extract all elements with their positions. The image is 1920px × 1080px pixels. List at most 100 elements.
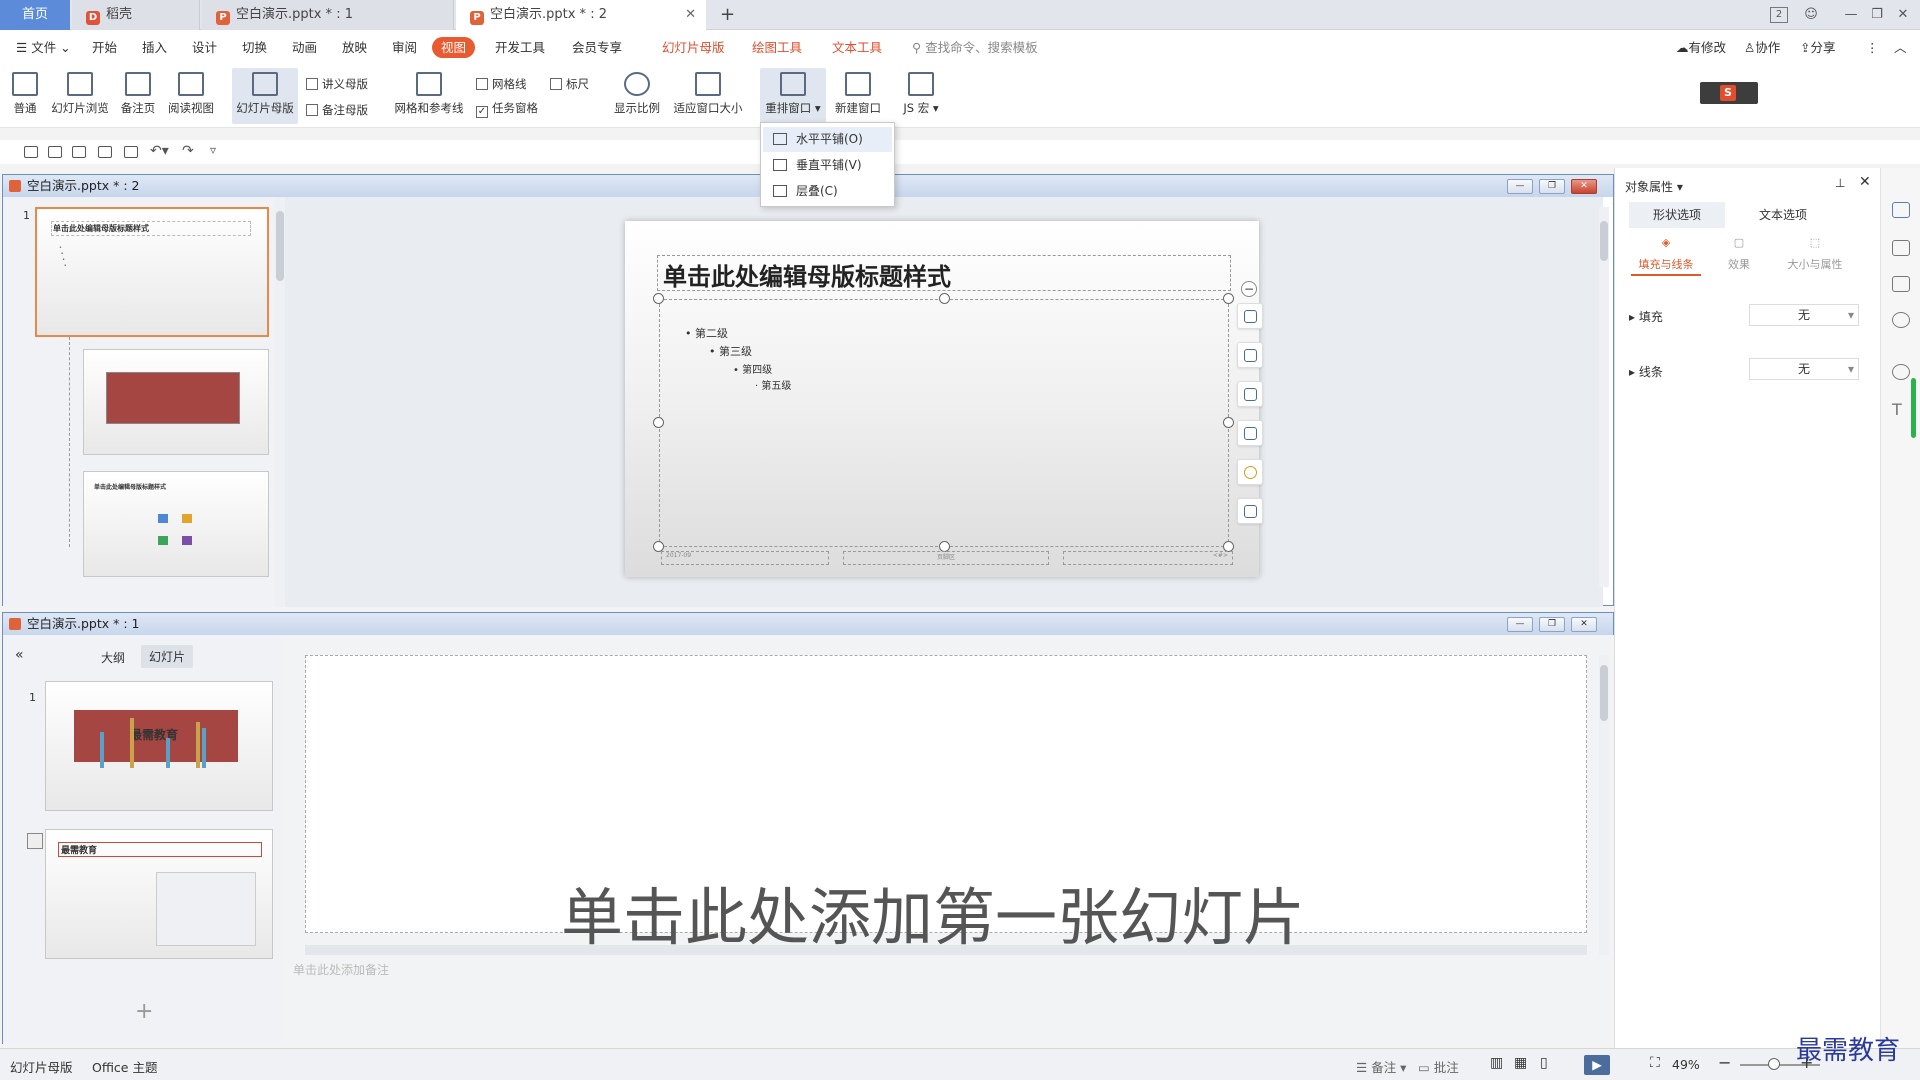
minimize-icon[interactable]: — bbox=[1507, 617, 1533, 632]
collaborate-button[interactable]: ♙协作 bbox=[1744, 30, 1780, 66]
command-search[interactable]: ⚲ 查找命令、搜索模板 bbox=[912, 30, 1038, 66]
tab-doc2[interactable]: P 空白演示.pptx * : 2 ✕ bbox=[456, 0, 706, 30]
add-slide-icon[interactable]: + bbox=[135, 999, 153, 1024]
notes-area[interactable]: 单击此处添加备注 bbox=[293, 961, 389, 978]
tab-docer[interactable]: D 稻壳 bbox=[72, 0, 200, 30]
notes-toggle[interactable]: ☰ 备注 ▾ bbox=[1356, 1057, 1406, 1076]
line-select[interactable]: 无 ▾ bbox=[1749, 358, 1859, 380]
tab-outline[interactable]: 大纲 bbox=[101, 649, 125, 666]
reading-view-icon[interactable]: ▯ bbox=[1540, 1055, 1548, 1071]
menu-file[interactable]: ☰ 文件 ⌄ bbox=[16, 30, 71, 66]
menu-slide-master[interactable]: 幻灯片母版 bbox=[662, 30, 725, 66]
menu-drawing-tools[interactable]: 绘图工具 bbox=[752, 30, 802, 66]
menu-review[interactable]: 审阅 bbox=[392, 30, 417, 66]
minus-icon[interactable]: − bbox=[1241, 281, 1257, 297]
add-first-slide-prompt[interactable]: 单击此处添加第一张幻灯片 bbox=[561, 867, 1305, 957]
resize-handle[interactable] bbox=[939, 293, 950, 304]
revisions-button[interactable]: ☁有修改 bbox=[1676, 30, 1726, 66]
menu-member[interactable]: 会员专享 bbox=[572, 30, 622, 66]
resize-handle[interactable] bbox=[1223, 417, 1234, 428]
more-icon[interactable]: ⋮ bbox=[1866, 30, 1879, 66]
new-window-button[interactable]: 新建窗口 bbox=[830, 68, 886, 124]
collapse-panel-icon[interactable]: « bbox=[15, 647, 24, 663]
cascade-item[interactable]: 层叠(C) bbox=[763, 179, 892, 204]
tab-doc1[interactable]: P 空白演示.pptx * : 1 bbox=[202, 0, 454, 30]
fill-section[interactable]: ▸ 填充 bbox=[1629, 308, 1663, 325]
tab-text-options[interactable]: 文本选项 bbox=[1735, 202, 1831, 228]
js-macro-button[interactable]: JS 宏 ▾ bbox=[898, 68, 944, 124]
normal-view-button[interactable]: 普通 bbox=[8, 68, 42, 124]
footer-placeholder[interactable]: 页脚区 bbox=[843, 551, 1049, 565]
menu-animation[interactable]: 动画 bbox=[292, 30, 317, 66]
print-icon[interactable] bbox=[98, 146, 112, 158]
new-tab-button[interactable]: + bbox=[712, 0, 742, 30]
slide-master-button[interactable]: 幻灯片母版 bbox=[232, 68, 298, 124]
date-placeholder[interactable]: 2017-09 bbox=[661, 551, 829, 565]
window-count-badge[interactable]: 2 bbox=[1770, 7, 1788, 23]
arrange-windows-button[interactable]: 重排窗口 ▾ bbox=[760, 68, 826, 124]
master-thumbnail[interactable]: 单击此处编辑母版标题样式 • • • • bbox=[35, 207, 269, 337]
menu-view[interactable]: 视图 bbox=[432, 30, 476, 66]
export-icon[interactable] bbox=[72, 146, 86, 158]
tile-vertical-item[interactable]: 垂直平铺(V) bbox=[763, 153, 892, 178]
slide-thumbnail-1[interactable]: 最需教育 bbox=[45, 681, 273, 811]
menu-insert[interactable]: 插入 bbox=[142, 30, 167, 66]
body-placeholder[interactable] bbox=[659, 299, 1229, 547]
menu-text-tools[interactable]: 文本工具 bbox=[832, 30, 882, 66]
close-tab-icon[interactable]: ✕ bbox=[685, 0, 696, 30]
properties-icon[interactable] bbox=[1892, 202, 1910, 218]
print-preview-icon[interactable] bbox=[124, 146, 138, 158]
lightbulb-button[interactable] bbox=[1237, 459, 1263, 485]
side-scroll-indicator[interactable] bbox=[1911, 378, 1916, 438]
fit-slide-icon[interactable]: ⛶ bbox=[1650, 1055, 1660, 1071]
subtab-effect[interactable]: ▢ 效果 bbox=[1709, 236, 1769, 276]
fit-window-button[interactable]: 适应窗口大小 bbox=[670, 68, 746, 124]
grid-guides-button[interactable]: 网格和参考线 bbox=[392, 68, 466, 124]
tab-home[interactable]: 首页 bbox=[0, 0, 70, 30]
save-icon[interactable] bbox=[48, 146, 62, 158]
reading-view-button[interactable]: 阅读视图 bbox=[164, 68, 218, 124]
thumbnail-scrollbar[interactable] bbox=[275, 197, 285, 607]
horizontal-scrollbar[interactable] bbox=[305, 945, 1587, 955]
pin-icon[interactable]: ⊥ bbox=[1835, 176, 1845, 190]
menu-slideshow[interactable]: 放映 bbox=[342, 30, 367, 66]
slide-thumbnail-2[interactable]: 最需教育 bbox=[45, 829, 273, 959]
canvas-scrollbar[interactable] bbox=[1599, 655, 1609, 955]
panel-title[interactable]: 对象属性 ▾ bbox=[1625, 178, 1683, 195]
zoom-level[interactable]: 49% bbox=[1672, 1057, 1700, 1072]
palette-icon[interactable] bbox=[1892, 364, 1910, 380]
resize-handle[interactable] bbox=[1223, 293, 1234, 304]
layers-button[interactable] bbox=[1237, 303, 1263, 329]
notes-page-button[interactable]: 备注页 bbox=[118, 68, 158, 124]
share-button[interactable]: ⇪分享 bbox=[1800, 30, 1836, 66]
pin-star-icon[interactable] bbox=[1892, 240, 1910, 256]
zoom-out-icon[interactable]: − bbox=[1718, 1053, 1731, 1072]
menu-design[interactable]: 设计 bbox=[192, 30, 217, 66]
customize-qat-icon[interactable]: ▿ bbox=[210, 143, 216, 157]
text-box-button[interactable] bbox=[1237, 498, 1263, 524]
restore-icon[interactable]: ❐ bbox=[1539, 617, 1565, 632]
resize-handle[interactable] bbox=[653, 417, 664, 428]
ruler-checkbox[interactable]: 标尺 bbox=[550, 74, 589, 94]
tile-horizontal-item[interactable]: 水平平铺(O) bbox=[763, 127, 892, 152]
minimize-icon[interactable]: — bbox=[1840, 5, 1862, 25]
sorter-view-icon[interactable]: ▦ bbox=[1514, 1055, 1527, 1071]
close-icon[interactable]: ✕ bbox=[1892, 5, 1914, 25]
notes-master-button[interactable]: 备注母版 bbox=[306, 100, 368, 120]
subtab-fill-line[interactable]: ◈ 填充与线条 bbox=[1631, 236, 1701, 276]
new-file-icon[interactable] bbox=[24, 146, 38, 158]
collapse-ribbon-icon[interactable]: ︿ bbox=[1894, 30, 1907, 66]
outline-button[interactable] bbox=[1237, 420, 1263, 446]
close-icon[interactable]: ✕ bbox=[1571, 617, 1597, 632]
comments-toggle[interactable]: ▭ 批注 bbox=[1418, 1057, 1459, 1076]
resize-handle[interactable] bbox=[653, 293, 664, 304]
play-icon[interactable]: ▶ bbox=[1584, 1055, 1610, 1075]
restore-icon[interactable]: ❐ bbox=[1866, 5, 1888, 25]
gridlines-checkbox[interactable]: 网格线 bbox=[476, 74, 527, 94]
layout-thumbnail-title[interactable] bbox=[83, 349, 269, 455]
restore-icon[interactable]: ❐ bbox=[1539, 179, 1565, 194]
fill-select[interactable]: 无 ▾ bbox=[1749, 304, 1859, 326]
text-icon[interactable]: T bbox=[1892, 400, 1910, 419]
close-icon[interactable]: ✕ bbox=[1571, 179, 1597, 194]
layout-thumbnail-content[interactable]: 单击此处编辑母版标题样式 bbox=[83, 471, 269, 577]
